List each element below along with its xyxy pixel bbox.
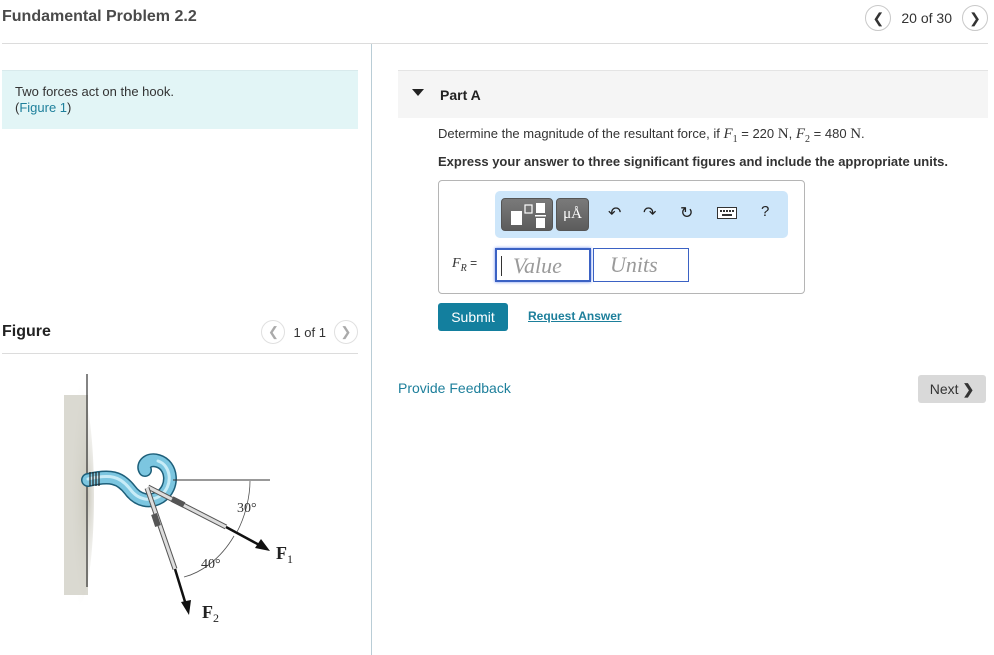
wall-shade [64, 395, 88, 595]
hook-figure: 30° 40° F1 F2 [62, 374, 293, 625]
prev-problem-button[interactable]: ❮ [865, 5, 892, 31]
template-button[interactable] [501, 198, 553, 231]
intro-text: Two forces act on the hook. [15, 84, 174, 99]
chevron-right-icon: ❯ [962, 380, 975, 397]
next-label: Next [929, 381, 959, 397]
figure-pager: ❮ 1 of 1 ❯ [261, 320, 358, 344]
problem-counter: 20 of 30 [901, 10, 952, 26]
figure-title: Figure [2, 323, 51, 340]
reset-icon[interactable]: ↻ [680, 203, 693, 223]
angle-label-30: 30° [237, 501, 257, 516]
provide-feedback-link[interactable]: Provide Feedback [398, 380, 511, 396]
part-a-header[interactable]: Part A [398, 70, 988, 118]
f2-arrow-shaft [173, 568, 188, 606]
math-toolbar: μÅ ↶ ↷ ↻ ? [495, 191, 788, 238]
collapse-triangle-icon[interactable] [412, 89, 424, 96]
angle-label-40: 40° [201, 557, 221, 572]
f1-label: F1 [276, 543, 293, 566]
question-text: Determine the magnitude of the resultant… [438, 126, 865, 145]
next-figure-button[interactable]: ❯ [334, 320, 358, 344]
figure-counter: 1 of 1 [293, 324, 326, 340]
part-a-label: Part A [440, 87, 481, 103]
chevron-left-icon: ❮ [872, 9, 885, 26]
request-answer-link[interactable]: Request Answer [528, 309, 622, 323]
undo-icon[interactable]: ↶ [608, 203, 621, 223]
answer-label: FR = [452, 256, 478, 274]
units-button[interactable]: μÅ [556, 198, 589, 231]
fraction-template-icon [511, 203, 546, 228]
answer-box: μÅ ↶ ↷ ↻ ? FR = Value Units [438, 180, 805, 294]
paren-close: ) [67, 100, 72, 115]
f2-label: F2 [202, 602, 219, 625]
column-divider [371, 44, 372, 655]
figure-link[interactable]: Figure 1 [19, 100, 67, 115]
next-button[interactable]: Next ❯ [918, 375, 986, 403]
chevron-left-icon: ❮ [268, 324, 279, 339]
redo-icon[interactable]: ↷ [643, 203, 656, 223]
next-problem-button[interactable]: ❯ [962, 5, 988, 31]
chevron-right-icon: ❯ [340, 324, 352, 339]
value-input[interactable]: Value [495, 248, 591, 282]
f2-arrowhead [181, 600, 191, 615]
f1-arrowhead [255, 539, 270, 551]
figure-header: Figure ❮ 1 of 1 ❯ [2, 320, 358, 354]
f1-arrow-shaft [225, 525, 264, 549]
problem-intro: Two forces act on the hook. (Figure 1) [2, 70, 358, 129]
text-caret [501, 256, 502, 276]
help-button[interactable]: ? [761, 203, 769, 220]
chevron-right-icon: ❯ [969, 9, 981, 26]
units-input[interactable]: Units [593, 248, 689, 282]
keyboard-icon[interactable] [717, 207, 737, 219]
header-divider [2, 43, 988, 44]
submit-button[interactable]: Submit [438, 303, 508, 331]
answer-instruction: Express your answer to three significant… [438, 154, 948, 169]
page-title: Fundamental Problem 2.2 [2, 8, 197, 25]
problem-pager: ❮ 20 of 30 ❯ [865, 5, 988, 31]
prev-figure-button[interactable]: ❮ [261, 320, 286, 344]
